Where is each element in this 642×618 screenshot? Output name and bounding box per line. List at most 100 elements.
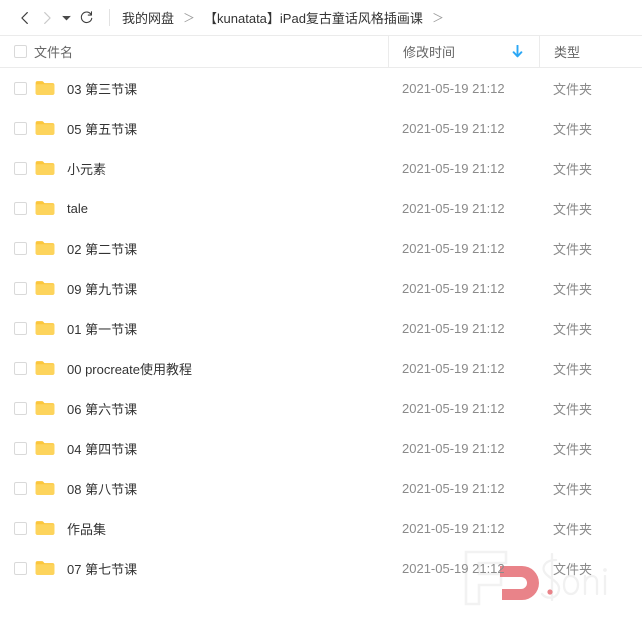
file-list[interactable]: 03 第三节课 2021-05-19 21:12 文件夹 05 第五节课 202… [0, 68, 642, 618]
file-modified-cell: 2021-05-19 21:12 [402, 240, 505, 256]
row-checkbox[interactable] [14, 81, 27, 95]
row-select-cell [0, 268, 34, 308]
table-row[interactable]: 03 第三节课 2021-05-19 21:12 文件夹 [0, 68, 642, 108]
file-name-cell: 作品集 [34, 508, 388, 548]
chevron-down-icon [61, 15, 71, 20]
select-all-checkbox[interactable] [14, 45, 27, 58]
file-rows-container: 03 第三节课 2021-05-19 21:12 文件夹 05 第五节课 202… [0, 68, 642, 588]
folder-icon [35, 241, 55, 255]
row-checkbox[interactable] [14, 161, 27, 175]
file-name-label[interactable]: 09 第九节课 [67, 279, 137, 298]
row-select-cell [0, 188, 34, 228]
column-header-modified-label: 修改时间 [403, 45, 456, 60]
file-name-cell: 07 第七节课 [34, 548, 388, 588]
file-name-label[interactable]: tale [67, 201, 88, 216]
table-row[interactable]: 作品集 2021-05-19 21:12 文件夹 [0, 508, 642, 548]
row-checkbox[interactable] [14, 321, 27, 335]
table-row[interactable]: 06 第六节课 2021-05-19 21:12 文件夹 [0, 388, 642, 428]
file-name-cell: 03 第三节课 [34, 68, 388, 108]
file-name-cell: 04 第四节课 [34, 428, 388, 468]
file-name-cell: 02 第二节课 [34, 228, 388, 268]
file-name-label[interactable]: 作品集 [67, 519, 106, 538]
file-type-cell: 文件夹 [553, 241, 593, 257]
file-name-label[interactable]: 07 第七节课 [67, 559, 137, 578]
table-row[interactable]: 01 第一节课 2021-05-19 21:12 文件夹 [0, 308, 642, 348]
file-type-cell: 文件夹 [553, 521, 593, 537]
file-name-cell: 09 第九节课 [34, 268, 388, 308]
file-name-label[interactable]: 小元素 [67, 159, 106, 178]
row-select-cell [0, 228, 34, 268]
breadcrumb-item-current[interactable]: 【kunatata】iPad复古童话风格插画课 [204, 7, 423, 28]
chevron-right-icon [44, 11, 51, 24]
row-select-cell [0, 548, 34, 588]
column-header-name[interactable]: 文件名 [34, 36, 388, 67]
file-modified-cell: 2021-05-19 21:12 [402, 440, 505, 456]
table-row[interactable]: tale 2021-05-19 21:12 文件夹 [0, 188, 642, 228]
row-checkbox[interactable] [14, 281, 27, 295]
refresh-icon [80, 11, 92, 24]
file-name-cell: 01 第一节课 [34, 308, 388, 348]
file-name-label[interactable]: 01 第一节课 [67, 319, 137, 338]
row-checkbox[interactable] [14, 521, 27, 535]
table-row[interactable]: 09 第九节课 2021-05-19 21:12 文件夹 [0, 268, 642, 308]
folder-icon [35, 361, 55, 375]
table-row[interactable]: 08 第八节课 2021-05-19 21:12 文件夹 [0, 468, 642, 508]
file-type-cell: 文件夹 [553, 561, 593, 577]
row-checkbox[interactable] [14, 481, 27, 495]
refresh-button[interactable] [75, 7, 97, 29]
row-select-cell [0, 108, 34, 148]
file-name-cell: tale [34, 188, 388, 228]
file-modified-cell: 2021-05-19 21:12 [402, 400, 505, 416]
breadcrumb-separator: ＞ [183, 11, 196, 25]
row-select-cell [0, 468, 34, 508]
forward-button[interactable] [36, 7, 58, 29]
column-header-modified[interactable]: 修改时间 [388, 36, 539, 67]
row-select-cell [0, 348, 34, 388]
table-row[interactable]: 小元素 2021-05-19 21:12 文件夹 [0, 148, 642, 188]
chevron-left-icon [21, 11, 28, 24]
column-header-row: 文件名 修改时间 类型 [0, 36, 642, 68]
table-row[interactable]: 00 procreate使用教程 2021-05-19 21:12 文件夹 [0, 348, 642, 388]
file-name-label[interactable]: 04 第四节课 [67, 439, 137, 458]
row-checkbox[interactable] [14, 121, 27, 135]
table-row[interactable]: 05 第五节课 2021-05-19 21:12 文件夹 [0, 108, 642, 148]
file-name-label[interactable]: 06 第六节课 [67, 399, 137, 418]
toolbar-divider [109, 9, 110, 26]
breadcrumb-item-root[interactable]: 我的网盘 [122, 7, 174, 28]
folder-icon [35, 201, 55, 215]
history-dropdown-button[interactable] [58, 7, 74, 29]
column-header-type[interactable]: 类型 [539, 36, 642, 67]
file-name-cell: 08 第八节课 [34, 468, 388, 508]
navigation-toolbar: 我的网盘 ＞ 【kunatata】iPad复古童话风格插画课 ＞ [0, 0, 642, 36]
file-name-label[interactable]: 05 第五节课 [67, 119, 137, 138]
row-checkbox[interactable] [14, 361, 27, 375]
row-checkbox[interactable] [14, 401, 27, 415]
back-button[interactable] [14, 7, 36, 29]
file-name-label[interactable]: 02 第二节课 [67, 239, 137, 258]
file-name-label[interactable]: 00 procreate使用教程 [67, 359, 192, 378]
file-type-cell: 文件夹 [553, 161, 593, 177]
file-name-cell: 00 procreate使用教程 [34, 348, 388, 388]
file-modified-cell: 2021-05-19 21:12 [402, 560, 505, 576]
file-name-cell: 05 第五节课 [34, 108, 388, 148]
folder-icon [35, 81, 55, 95]
file-modified-cell: 2021-05-19 21:12 [402, 280, 505, 296]
folder-icon [35, 121, 55, 135]
breadcrumb-separator-trailing: ＞ [431, 11, 444, 25]
row-checkbox[interactable] [14, 441, 27, 455]
folder-icon [35, 281, 55, 295]
table-row[interactable]: 07 第七节课 2021-05-19 21:12 文件夹 [0, 548, 642, 588]
file-name-cell: 06 第六节课 [34, 388, 388, 428]
table-row[interactable]: 04 第四节课 2021-05-19 21:12 文件夹 [0, 428, 642, 468]
table-row[interactable]: 02 第二节课 2021-05-19 21:12 文件夹 [0, 228, 642, 268]
folder-icon [35, 521, 55, 535]
file-manager-window: 我的网盘 ＞ 【kunatata】iPad复古童话风格插画课 ＞ 文件名 修改时… [0, 0, 642, 618]
row-checkbox[interactable] [14, 241, 27, 255]
file-name-label[interactable]: 03 第三节课 [67, 79, 137, 98]
row-select-cell [0, 428, 34, 468]
file-type-cell: 文件夹 [553, 401, 593, 417]
file-name-label[interactable]: 08 第八节课 [67, 479, 137, 498]
row-checkbox[interactable] [14, 561, 27, 575]
sort-descending-icon[interactable] [511, 45, 523, 59]
row-checkbox[interactable] [14, 201, 27, 215]
